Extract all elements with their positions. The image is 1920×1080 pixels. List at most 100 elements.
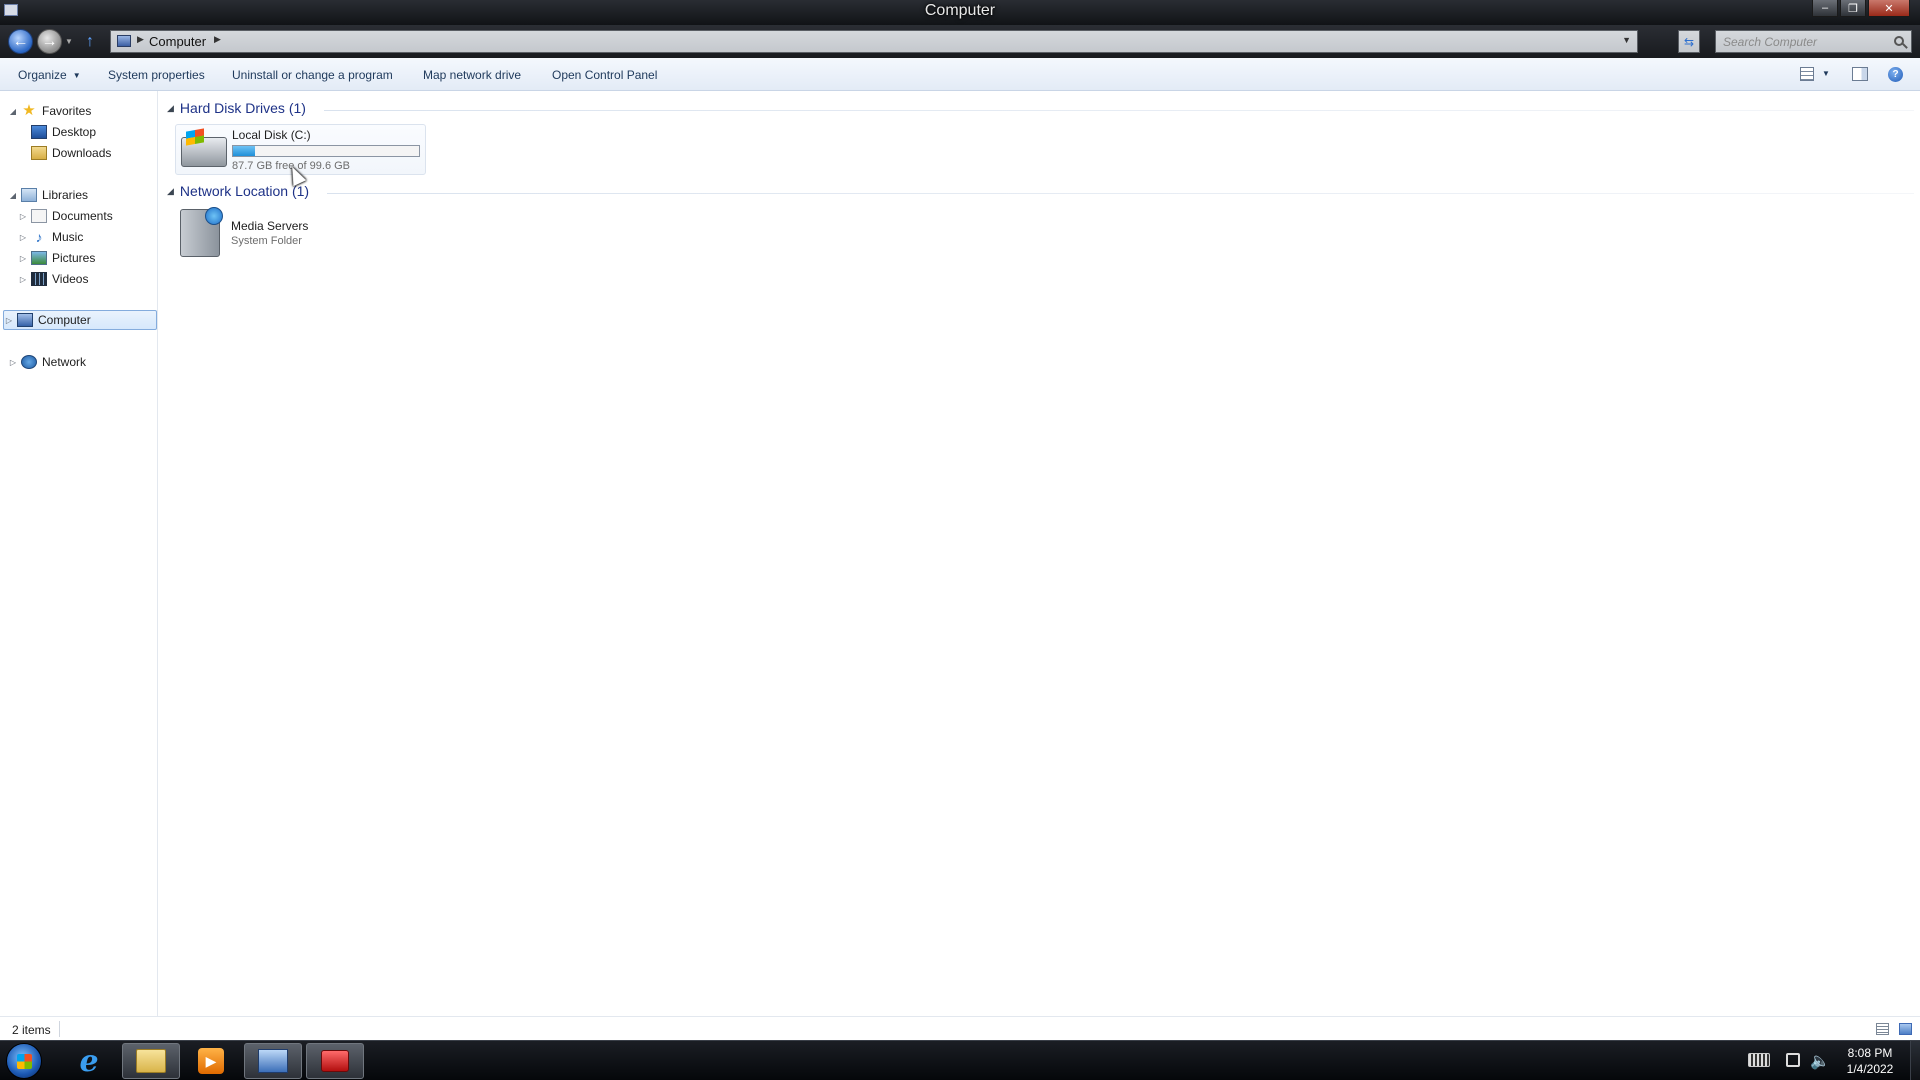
details-view-icon[interactable] [1876,1023,1889,1035]
search-icon[interactable] [1894,36,1904,46]
forward-button[interactable]: → [37,29,62,54]
taskbar-media-player[interactable]: ▶ [182,1043,240,1079]
expand-arrow-icon[interactable]: ▷ [18,212,28,221]
open-control-panel-button[interactable]: Open Control Panel [552,68,657,82]
status-divider [59,1021,60,1037]
drive-name: Local Disk (C:) [232,128,311,142]
status-bar: 2 items [0,1016,1920,1040]
change-view-icon[interactable] [1800,67,1814,81]
drive-usage-fill [233,146,256,156]
tree-item-downloads[interactable]: Downloads [18,143,111,163]
expand-arrow-icon[interactable]: ▷ [18,254,28,263]
expand-arrow-icon[interactable]: ▷ [4,316,14,325]
group-title: Hard Disk Drives (1) [179,100,306,116]
start-button[interactable] [6,1043,42,1079]
group-header-hard-disk-drives[interactable]: ◢ Hard Disk Drives (1) [167,100,306,116]
tree-item-videos[interactable]: ▷ Videos [18,269,88,289]
minimize-button[interactable]: – [1812,0,1838,17]
tree-item-libraries[interactable]: ◢ Libraries [8,185,88,205]
group-divider [324,110,1914,111]
group-divider [327,193,1914,194]
keyboard-icon[interactable] [1748,1053,1770,1067]
taskbar-toolbox-app[interactable] [306,1043,364,1079]
tree-label: Documents [52,209,113,223]
refresh-icon: ⇆ [1683,34,1695,49]
libraries-icon [21,188,37,202]
group-header-network-location[interactable]: ◢ Network Location (1) [167,183,309,199]
navigation-bar: ← → ▼ ↑ ▶ Computer ▶ ▼ ⇆ Search Computer [0,25,1920,58]
window-title: Computer [924,2,996,19]
maximize-button[interactable]: ❐ [1840,0,1866,17]
tree-item-network[interactable]: ▷ Network [8,352,86,372]
tree-item-favorites[interactable]: ◢ ★ Favorites [8,101,91,121]
tree-label: Computer [38,313,91,327]
tree-item-computer[interactable]: ▷ Computer [3,310,157,330]
content-area: ◢ Hard Disk Drives (1) Local Disk (C:) 8… [159,91,1920,1025]
arrow-left-icon: ← [12,32,29,50]
tree-label: Videos [52,272,89,286]
hard-drive-icon [181,137,227,167]
expand-arrow-icon[interactable]: ▷ [18,275,28,284]
preview-pane-icon[interactable] [1852,67,1868,81]
system-properties-button[interactable]: System properties [108,68,205,82]
tree-label: Favorites [42,104,92,118]
item-count: 2 items [12,1023,51,1037]
taskbar-windows-explorer[interactable] [122,1043,180,1079]
expand-arrow-icon[interactable]: ▷ [18,233,28,242]
tree-item-music[interactable]: ▷ ♪ Music [18,227,83,247]
refresh-button[interactable]: ⇆ [1678,30,1700,53]
command-bar: Organize ▼ System properties Uninstall or… [0,58,1920,91]
search-input[interactable]: Search Computer [1715,30,1912,53]
help-icon[interactable]: ? [1888,67,1903,82]
collapse-arrow-icon[interactable]: ◢ [8,191,18,200]
music-note-icon: ♪ [35,229,43,245]
clock-date: 1/4/2022 [1846,1062,1894,1076]
toolbox-icon [321,1050,349,1072]
breadcrumb-chevron-icon[interactable]: ▶ [214,34,221,45]
organize-label: Organize [18,68,67,82]
uninstall-program-button[interactable]: Uninstall or change a program [232,68,393,82]
breadcrumb-chevron-icon[interactable]: ▶ [137,34,144,45]
network-item-type: System Folder [231,235,302,247]
taskbar: e ▶ 🔈 8:08 PM 1/4/2022 [0,1040,1920,1080]
computer-icon [17,313,33,327]
navigation-pane: ◢ ★ Favorites Desktop Downloads ◢ Librar… [0,91,158,1025]
back-button[interactable]: ← [8,29,33,54]
organize-button[interactable]: Organize ▼ [18,68,81,82]
tree-label: Music [52,230,84,244]
pictures-icon [31,251,47,265]
star-icon: ★ [22,102,36,119]
address-dropdown-icon[interactable]: ▼ [1622,35,1631,45]
address-bar[interactable]: ▶ Computer ▶ ▼ [110,30,1638,53]
system-clock[interactable]: 8:08 PM 1/4/2022 [1832,1045,1908,1077]
tree-item-desktop[interactable]: Desktop [18,122,96,142]
network-globe-icon [21,355,37,369]
close-button[interactable]: ✕ [1868,0,1910,17]
desktop-icon [31,125,47,139]
collapse-arrow-icon[interactable]: ◢ [8,107,18,116]
network-status-icon[interactable] [1786,1053,1800,1067]
view-options-dropdown[interactable]: ▼ [1822,69,1830,78]
map-network-drive-button[interactable]: Map network drive [423,68,521,82]
search-placeholder: Search Computer [1723,35,1818,49]
show-desktop-button[interactable] [1910,1041,1920,1080]
collapse-arrow-icon[interactable]: ◢ [167,186,174,197]
recent-pages-dropdown[interactable]: ▼ [65,37,73,46]
taskbar-remote-desktop[interactable] [244,1043,302,1079]
tree-item-documents[interactable]: ▷ Documents [18,206,113,226]
internet-explorer-icon: e [79,1043,99,1079]
network-item-media-servers[interactable]: Media Servers System Folder [175,207,375,259]
breadcrumb-computer[interactable]: Computer [149,34,206,49]
drive-usage-bar [232,145,420,157]
volume-icon[interactable]: 🔈 [1810,1051,1830,1071]
window-controls: – ❐ ✕ [1812,0,1910,17]
folder-icon [136,1049,166,1073]
documents-icon [31,209,47,223]
tree-item-pictures[interactable]: ▷ Pictures [18,248,95,268]
up-arrow-icon[interactable]: ↑ [86,33,94,51]
expand-arrow-icon[interactable]: ▷ [8,358,18,367]
tree-label: Network [42,355,87,369]
taskbar-internet-explorer[interactable]: e [60,1043,118,1079]
large-icons-view-icon[interactable] [1899,1023,1912,1035]
collapse-arrow-icon[interactable]: ◢ [167,103,174,114]
